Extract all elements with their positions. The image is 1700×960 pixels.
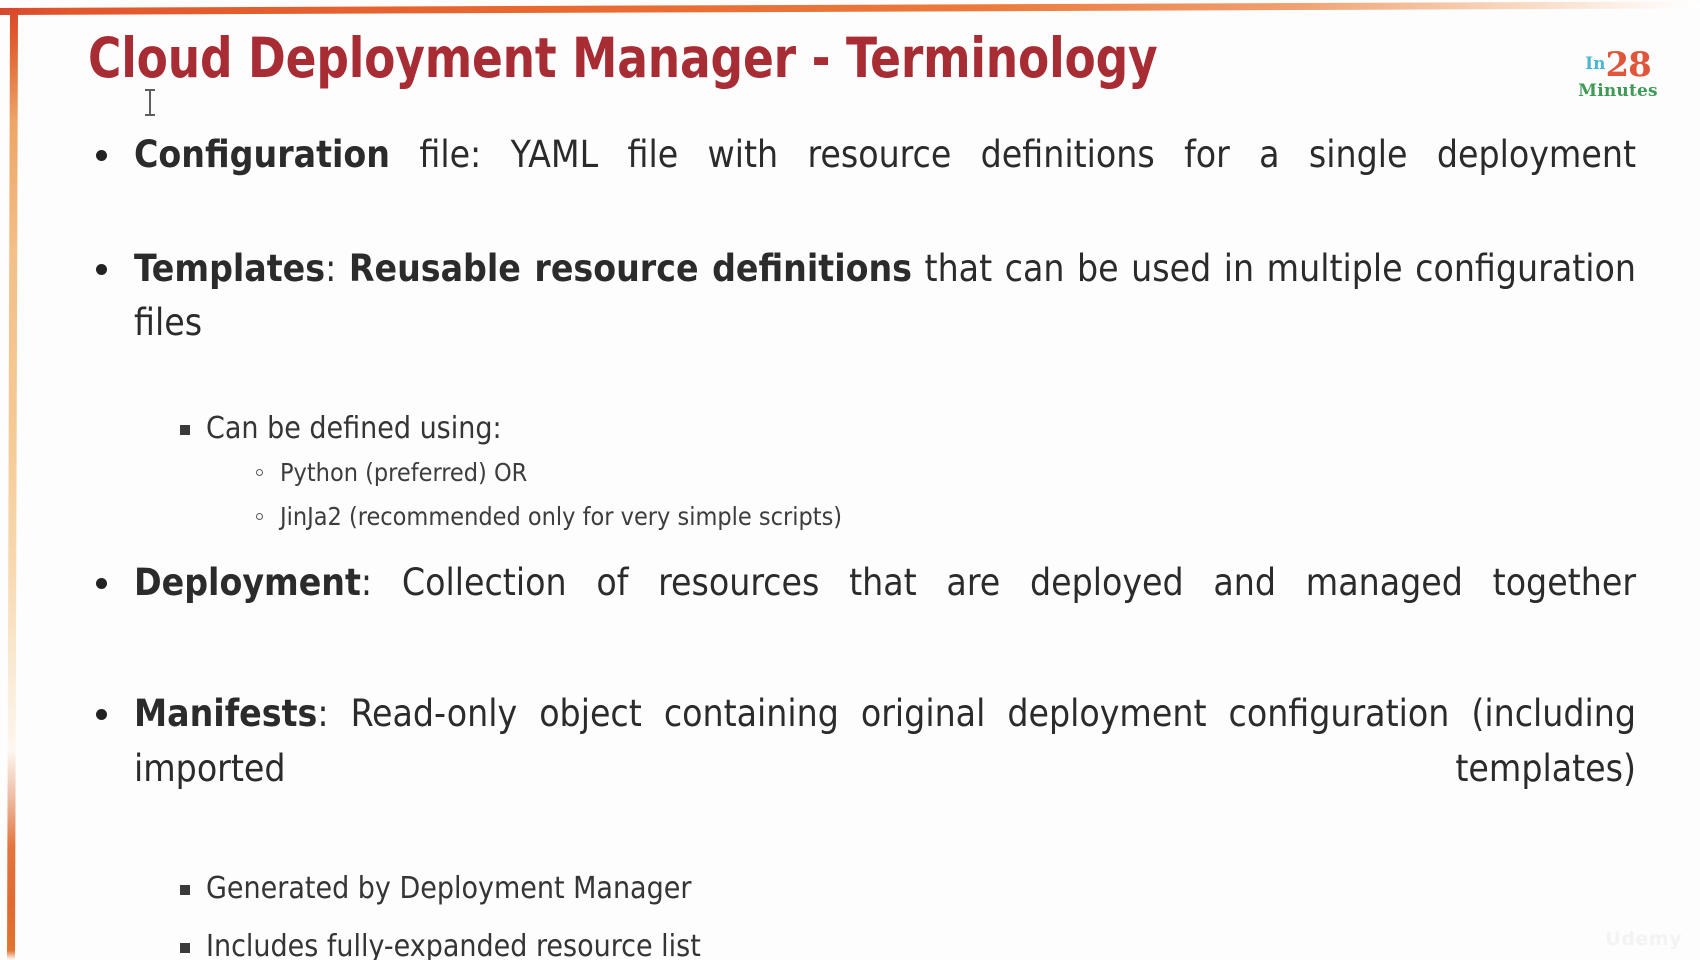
templates-sublist: Can be defined using: Python (preferred)…	[172, 408, 1636, 534]
term-manifests: Manifests	[134, 692, 318, 736]
bullet-deployment-rest: : Collection of resources that are deplo…	[360, 560, 1636, 604]
terminology-list: Configuration file: YAML file with resou…	[88, 128, 1636, 960]
bullet-configuration: Configuration file: YAML file with resou…	[88, 128, 1636, 238]
bullet-manifests: Manifests: Read-only object containing o…	[88, 687, 1636, 960]
square-bullet-icon	[180, 884, 190, 895]
square-bullet-icon	[180, 943, 190, 954]
left-accent-border	[7, 7, 18, 960]
slide-canvas: Cloud Deployment Manager - Terminology I…	[0, 0, 1700, 960]
bullet-templates: Templates: Reusable resource definitions…	[88, 242, 1636, 534]
circle-outline-bullet-icon	[256, 469, 263, 477]
subbullet-generated-by-text: Generated by Deployment Manager	[206, 870, 692, 906]
bullet-configuration-text: Configuration file: YAML file with resou…	[134, 133, 1636, 231]
logo-28-text: 28	[1605, 45, 1651, 85]
templates-colon: :	[325, 246, 349, 290]
bullet-templates-text: Templates: Reusable resource definitions…	[134, 247, 1636, 400]
in28minutes-logo: In28 Minutes	[1558, 48, 1678, 100]
bullet-deployment: Deployment: Collection of resources that…	[88, 556, 1636, 666]
term-templates: Templates	[134, 246, 326, 290]
manifests-sublist: Generated by Deployment Manager Includes…	[172, 868, 1636, 960]
disc-bullet-icon	[96, 263, 107, 275]
slide-header: Cloud Deployment Manager - Terminology I…	[0, 26, 1700, 110]
disc-bullet-icon	[96, 150, 107, 161]
option-python: Python (preferred) OR	[250, 456, 1636, 490]
term-deployment: Deployment	[134, 560, 361, 604]
template-options-list: Python (preferred) OR JinJa2 (recommende…	[250, 456, 1636, 534]
option-jinja2: JinJa2 (recommended only for very simple…	[250, 500, 1636, 534]
slide-body: Configuration file: YAML file with resou…	[88, 128, 1636, 960]
logo-top-row: In28	[1558, 48, 1678, 82]
term-configuration: Configuration	[134, 133, 390, 176]
logo-in-text: In	[1585, 54, 1606, 74]
bullet-configuration-rest: file: YAML file with resource definition…	[389, 133, 1636, 176]
disc-bullet-icon	[96, 577, 107, 589]
subbullet-resource-list: Includes fully-expanded resource list	[172, 926, 1636, 960]
bullet-deployment-text: Deployment: Collection of resources that…	[134, 561, 1636, 659]
templates-emphasis: Reusable resource definitions	[348, 246, 912, 290]
logo-minutes-text: Minutes	[1578, 81, 1658, 101]
bullet-manifests-rest: : Read-only object containing original d…	[134, 692, 1636, 791]
circle-outline-bullet-icon	[256, 513, 263, 521]
bullet-manifests-text: Manifests: Read-only object containing o…	[134, 692, 1636, 845]
subbullet-resource-list-text: Includes fully-expanded resource list	[206, 929, 701, 960]
subbullet-generated-by: Generated by Deployment Manager	[172, 868, 1636, 911]
cursor-cap-bottom	[145, 114, 155, 116]
subbullet-can-be-defined: Can be defined using: Python (preferred)…	[172, 408, 1636, 534]
square-bullet-icon	[180, 424, 190, 435]
subbullet-can-be-defined-text: Can be defined using:	[206, 410, 502, 446]
top-accent-border	[0, 1, 1700, 15]
option-python-text: Python (preferred) OR	[280, 458, 528, 488]
option-jinja2-text: JinJa2 (recommended only for very simple…	[280, 502, 843, 532]
page-title: Cloud Deployment Manager - Terminology	[88, 26, 1158, 90]
disc-bullet-icon	[96, 709, 107, 721]
udemy-watermark: Udemy	[1605, 928, 1682, 950]
